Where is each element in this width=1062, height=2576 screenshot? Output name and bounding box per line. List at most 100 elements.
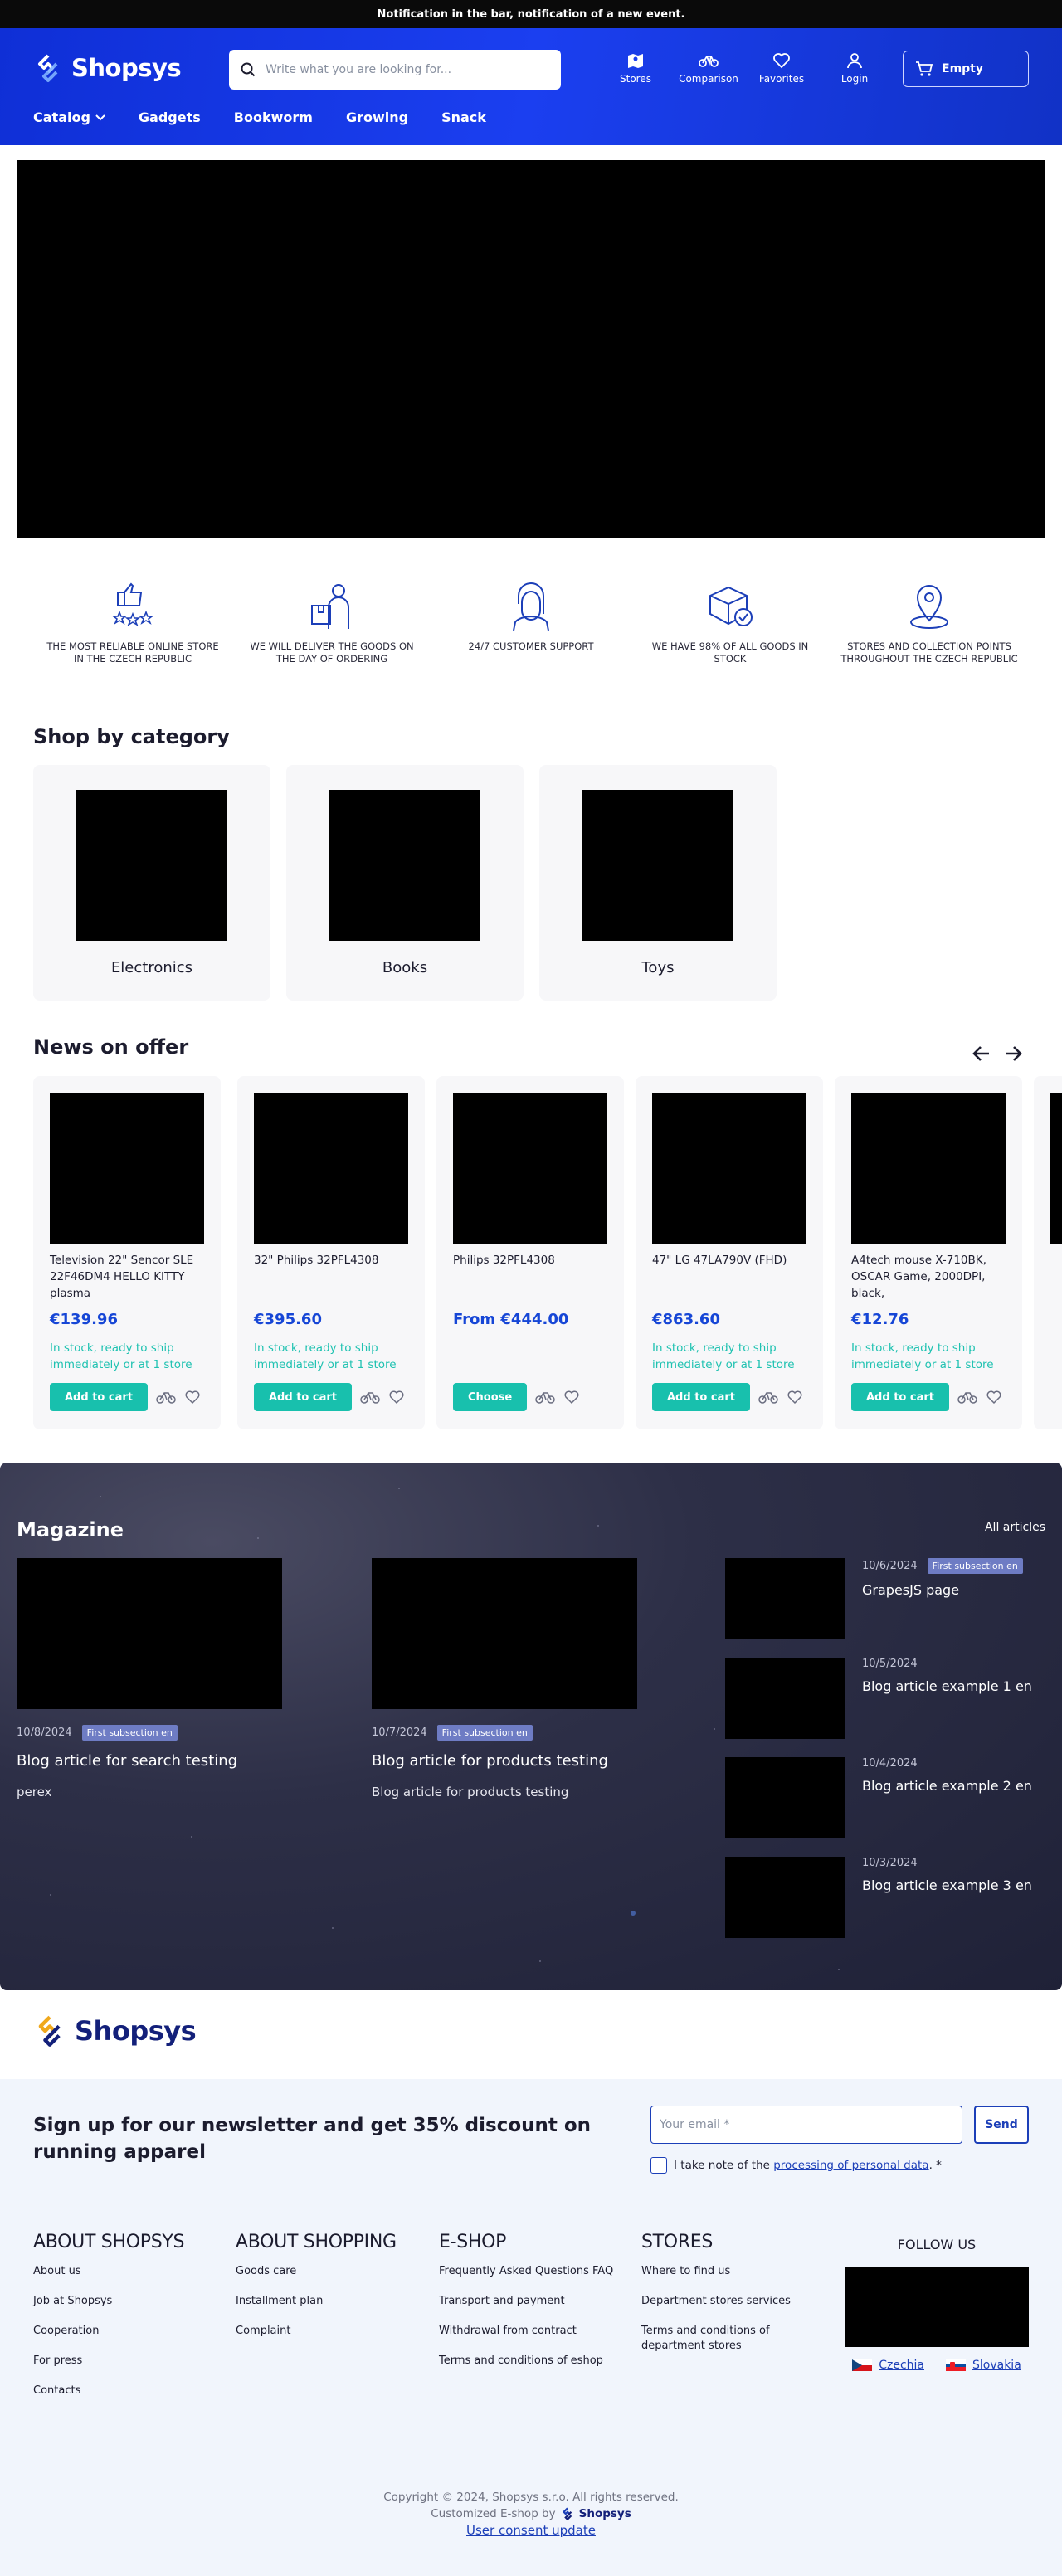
footer-link[interactable]: About us [33,2264,184,2279]
nav-item-bookworm[interactable]: Bookworm [234,110,313,125]
add-to-cart-button[interactable]: Add to cart [50,1383,148,1411]
personal-data-link[interactable]: processing of personal data [773,2159,928,2172]
compare-icon[interactable] [360,1390,380,1405]
product-name[interactable]: Television 22" Sencor SLE 22F46DM4 HELLO… [50,1252,204,1302]
footer-link[interactable]: For press [33,2354,184,2369]
article-badge[interactable]: First subsection en [436,1725,533,1741]
nav-item-snack[interactable]: Snack [441,110,486,125]
choose-button[interactable]: Choose [453,1383,528,1411]
product-image[interactable] [50,1093,204,1244]
category-card[interactable]: Toys [539,765,777,1001]
article-card[interactable]: 10/7/2024 First subsection en Blog artic… [372,1558,637,1799]
article-badge[interactable]: First subsection en [927,1558,1023,1574]
lang-slovakia[interactable]: Slovakia [945,2359,1021,2372]
product-card[interactable]: Television 22" Sencor SLE 22F46DM4 HELLO… [33,1076,221,1429]
footer-link[interactable]: Contacts [33,2384,184,2398]
footer-link[interactable]: Complaint [236,2324,397,2339]
shopsys-brand[interactable]: Shopsys [579,2505,631,2522]
article-title[interactable]: Blog article for products testing [372,1752,637,1770]
article-small[interactable]: 10/6/2024 First subsection en GrapesJS p… [725,1558,1049,1639]
article-image[interactable] [372,1558,637,1709]
newsletter-send-button[interactable]: Send [974,2106,1029,2144]
footer-logo[interactable]: Shopsys [33,2014,197,2048]
heart-icon[interactable] [184,1390,201,1405]
article-title[interactable]: Blog article for search testing [17,1752,282,1770]
article-image[interactable] [17,1558,282,1709]
footer-column-title: ABOUT SHOPSYS [33,2232,185,2252]
heart-icon[interactable] [986,1390,1002,1405]
compare-icon[interactable] [957,1390,977,1405]
article-small[interactable]: 10/5/2024 Blog article example 1 en [725,1658,1049,1739]
article-image[interactable] [725,1558,845,1639]
product-card-partial[interactable] [1034,1076,1062,1429]
article-image[interactable] [725,1658,845,1739]
product-image[interactable] [1050,1093,1062,1244]
nav-item-catalog[interactable]: Catalog [33,110,105,125]
search-box[interactable] [229,50,561,90]
footer-link[interactable]: Transport and payment [439,2294,630,2309]
product-image[interactable] [254,1093,408,1244]
footer-link[interactable]: Goods care [236,2264,397,2279]
article-small[interactable]: 10/3/2024 Blog article example 3 en [725,1857,1049,1938]
product-image[interactable] [652,1093,806,1244]
product-name[interactable]: A4tech mouse X-710BK, OSCAR Game, 2000DP… [851,1252,1006,1302]
login-link[interactable]: Login [818,51,891,85]
product-card[interactable]: Philips 32PFL4308 From €444.00 Choose [436,1076,624,1429]
product-card[interactable]: A4tech mouse X-710BK, OSCAR Game, 2000DP… [835,1076,1022,1429]
article-card[interactable]: 10/8/2024 First subsection en Blog artic… [17,1558,282,1799]
newsletter-email-input[interactable]: Your email * [650,2106,962,2144]
footer-link[interactable]: Frequently Asked Questions FAQ [439,2264,630,2279]
product-name[interactable]: 32" Philips 32PFL4308 [254,1252,408,1269]
add-to-cart-button[interactable]: Add to cart [851,1383,949,1411]
article-title[interactable]: Blog article example 1 en [862,1678,1049,1694]
footer-link[interactable]: Installment plan [236,2294,397,2309]
nav-item-growing[interactable]: Growing [346,110,408,125]
article-date: 10/7/2024 [372,1726,427,1739]
compare-icon[interactable] [156,1390,176,1405]
footer-link[interactable]: Terms and conditions of department store… [641,2324,807,2354]
product-card[interactable]: 47" LG 47LA790V (FHD) €863.60 In stock, … [636,1076,823,1429]
arrow-right-icon[interactable] [1004,1045,1022,1062]
product-name[interactable]: 47" LG 47LA790V (FHD) [652,1252,806,1269]
lang-czechia[interactable]: Czechia [852,2359,924,2372]
consent-checkbox[interactable] [650,2157,667,2174]
compare-icon[interactable] [535,1390,555,1405]
favorites-link[interactable]: Favorites [745,51,818,85]
article-title[interactable]: Blog article example 3 en [862,1877,1049,1893]
footer-link[interactable]: Cooperation [33,2324,184,2339]
article-title[interactable]: Blog article example 2 en [862,1778,1049,1794]
hero-banner[interactable] [17,160,1045,538]
footer-link[interactable]: Withdrawal from contract [439,2324,630,2339]
footer-link[interactable]: Where to find us [641,2264,807,2279]
category-card[interactable]: Electronics [33,765,270,1001]
search-input[interactable] [266,63,531,76]
product-image[interactable] [851,1093,1006,1244]
nav-item-gadgets[interactable]: Gadgets [139,110,201,125]
article-title[interactable]: GrapesJS page [862,1582,1049,1598]
social-image[interactable] [845,2267,1029,2347]
footer-link[interactable]: Job at Shopsys [33,2294,184,2309]
product-name[interactable]: Philips 32PFL4308 [453,1252,607,1269]
stores-link[interactable]: Stores [599,51,672,85]
comparison-link[interactable]: Comparison [672,51,745,85]
article-badge[interactable]: First subsection en [81,1725,178,1741]
article-image[interactable] [725,1757,845,1838]
article-small[interactable]: 10/4/2024 Blog article example 2 en [725,1757,1049,1838]
article-image[interactable] [725,1857,845,1938]
logo[interactable]: Shopsys [33,53,182,83]
heart-icon[interactable] [388,1390,405,1405]
category-card[interactable]: Books [286,765,524,1001]
cart-button[interactable]: Empty [903,51,1029,87]
product-image[interactable] [453,1093,607,1244]
product-card[interactable]: 32" Philips 32PFL4308 €395.60 In stock, … [237,1076,425,1429]
heart-icon[interactable] [563,1390,580,1405]
compare-icon[interactable] [758,1390,778,1405]
consent-update-link[interactable]: User consent update [466,2523,596,2538]
heart-icon[interactable] [787,1390,803,1405]
add-to-cart-button[interactable]: Add to cart [254,1383,352,1411]
footer-link[interactable]: Terms and conditions of eshop [439,2354,630,2369]
add-to-cart-button[interactable]: Add to cart [652,1383,750,1411]
all-articles-link[interactable]: All articles [985,1521,1045,1534]
arrow-left-icon[interactable] [972,1045,991,1062]
footer-link[interactable]: Department stores services [641,2294,807,2309]
